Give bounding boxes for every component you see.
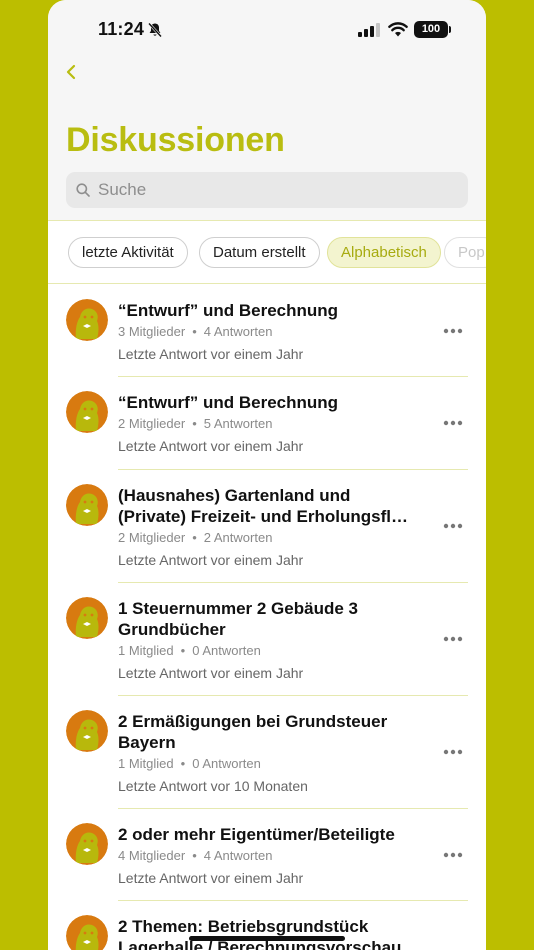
answer-count: 0 Antworten bbox=[192, 643, 261, 658]
discussion-meta: 2 Mitglieder • 2 Antworten bbox=[118, 530, 273, 545]
search-icon bbox=[76, 183, 90, 197]
more-horizontal-icon[interactable] bbox=[442, 634, 464, 644]
more-horizontal-icon[interactable] bbox=[442, 521, 464, 531]
last-reply: Letzte Antwort vor einem Jahr bbox=[118, 552, 304, 568]
member-count: 1 Mitglied bbox=[118, 643, 174, 658]
list-item[interactable]: 2 Themen: Betriebsgrundstück Lagerhalle … bbox=[48, 901, 486, 950]
member-count: 3 Mitglieder bbox=[118, 324, 186, 339]
discussion-title: 2 Themen: Betriebsgrundstück Lagerhalle … bbox=[118, 917, 402, 950]
discussion-list: “Entwurf” und Berechnung 3 Mitglieder • 4 … bbox=[48, 285, 486, 950]
chip-date-created[interactable]: Datum erstellt bbox=[199, 237, 320, 268]
list-item[interactable]: (Hausnahes) Gartenland und (Private) Fre… bbox=[48, 470, 486, 583]
last-reply: Letzte Antwort vor einem Jahr bbox=[118, 870, 304, 886]
answer-count: 5 Antworten bbox=[203, 416, 273, 431]
chevron-left-icon[interactable] bbox=[60, 60, 84, 84]
discussion-meta: 2 Mitglieder • 5 Antworten bbox=[118, 416, 273, 431]
page-title: Diskussionen bbox=[66, 121, 285, 159]
more-horizontal-icon[interactable] bbox=[442, 747, 464, 757]
chip-alphabetical[interactable]: Alphabetisch bbox=[327, 237, 441, 268]
answer-count: 2 Antworten bbox=[203, 530, 273, 545]
member-count: 2 Mitglieder bbox=[118, 416, 186, 431]
list-item[interactable]: “Entwurf” und Berechnung 3 Mitglieder • 4 … bbox=[48, 285, 486, 377]
discussion-meta: 1 Mitglied • 0 Antworten bbox=[118, 756, 261, 771]
chip-last-activity[interactable]: letzte Aktivität bbox=[68, 237, 188, 268]
answer-count: 4 Antworten bbox=[203, 848, 273, 863]
discussion-meta: 3 Mitglieder • 4 Antworten bbox=[118, 324, 273, 339]
avatar-icon bbox=[66, 915, 108, 950]
avatar-icon bbox=[66, 823, 108, 865]
list-item[interactable]: 2 Ermäßigungen bei Grundsteuer Bayern 1 … bbox=[48, 696, 486, 809]
search-bar[interactable] bbox=[66, 172, 468, 208]
last-reply: Letzte Antwort vor 10 Monaten bbox=[118, 778, 308, 794]
last-reply: Letzte Antwort vor einem Jahr bbox=[118, 346, 304, 362]
chip-popular[interactable]: Pop bbox=[444, 237, 486, 268]
avatar-icon bbox=[66, 299, 108, 341]
list-item[interactable]: “Entwurf” und Berechnung 2 Mitglieder • 5 … bbox=[48, 377, 486, 470]
discussion-title: 1 Steuernummer 2 Gebäude 3 Grundbücher bbox=[118, 599, 358, 639]
discussion-meta: 1 Mitglied • 0 Antworten bbox=[118, 643, 261, 658]
signal-icon bbox=[358, 23, 380, 37]
bell-off-icon bbox=[148, 22, 162, 38]
home-indicator bbox=[189, 936, 345, 941]
discussion-title: “Entwurf” und Berechnung bbox=[118, 393, 339, 412]
discussion-meta: 4 Mitglieder • 4 Antworten bbox=[118, 848, 273, 863]
discussion-title: (Hausnahes) Gartenland und (Private) Fre… bbox=[118, 486, 408, 526]
status-time: 11:24 bbox=[98, 19, 145, 39]
app-screen: 11:24 100 Diskussionen Suche letzte Akti… bbox=[48, 0, 486, 950]
discussion-title: 2 Ermäßigungen bei Grundsteuer Bayern bbox=[118, 712, 388, 752]
sort-chips: letzte Aktivität Datum erstellt Alphabet… bbox=[48, 222, 486, 284]
answer-count: 4 Antworten bbox=[203, 324, 273, 339]
last-reply: Letzte Antwort vor einem Jahr bbox=[118, 665, 304, 681]
last-reply: Letzte Antwort vor einem Jahr bbox=[118, 438, 304, 454]
member-count: 2 Mitglieder bbox=[118, 530, 186, 545]
more-horizontal-icon[interactable] bbox=[442, 850, 464, 860]
avatar-icon bbox=[66, 484, 108, 526]
battery-icon: 100 bbox=[414, 21, 451, 38]
status-bar: 11:24 100 bbox=[48, 0, 486, 60]
member-count: 4 Mitglieder bbox=[118, 848, 186, 863]
list-item[interactable]: 1 Steuernummer 2 Gebäude 3 Grundbücher 1… bbox=[48, 583, 486, 696]
answer-count: 0 Antworten bbox=[192, 756, 261, 771]
wifi-icon bbox=[388, 22, 408, 37]
header-area: 11:24 100 Diskussionen bbox=[48, 0, 486, 221]
more-horizontal-icon[interactable] bbox=[442, 418, 464, 428]
search-input[interactable] bbox=[98, 172, 458, 208]
discussion-title: 2 oder mehr Eigentümer/Beteiligte bbox=[118, 825, 395, 844]
avatar-icon bbox=[66, 597, 108, 639]
member-count: 1 Mitglied bbox=[118, 756, 174, 771]
list-item[interactable]: 2 oder mehr Eigentümer/Beteiligte 4 Mitg… bbox=[48, 809, 486, 901]
more-horizontal-icon[interactable] bbox=[442, 326, 464, 336]
avatar-icon bbox=[66, 710, 108, 752]
discussion-title: “Entwurf” und Berechnung bbox=[118, 301, 339, 320]
avatar-icon bbox=[66, 391, 108, 433]
